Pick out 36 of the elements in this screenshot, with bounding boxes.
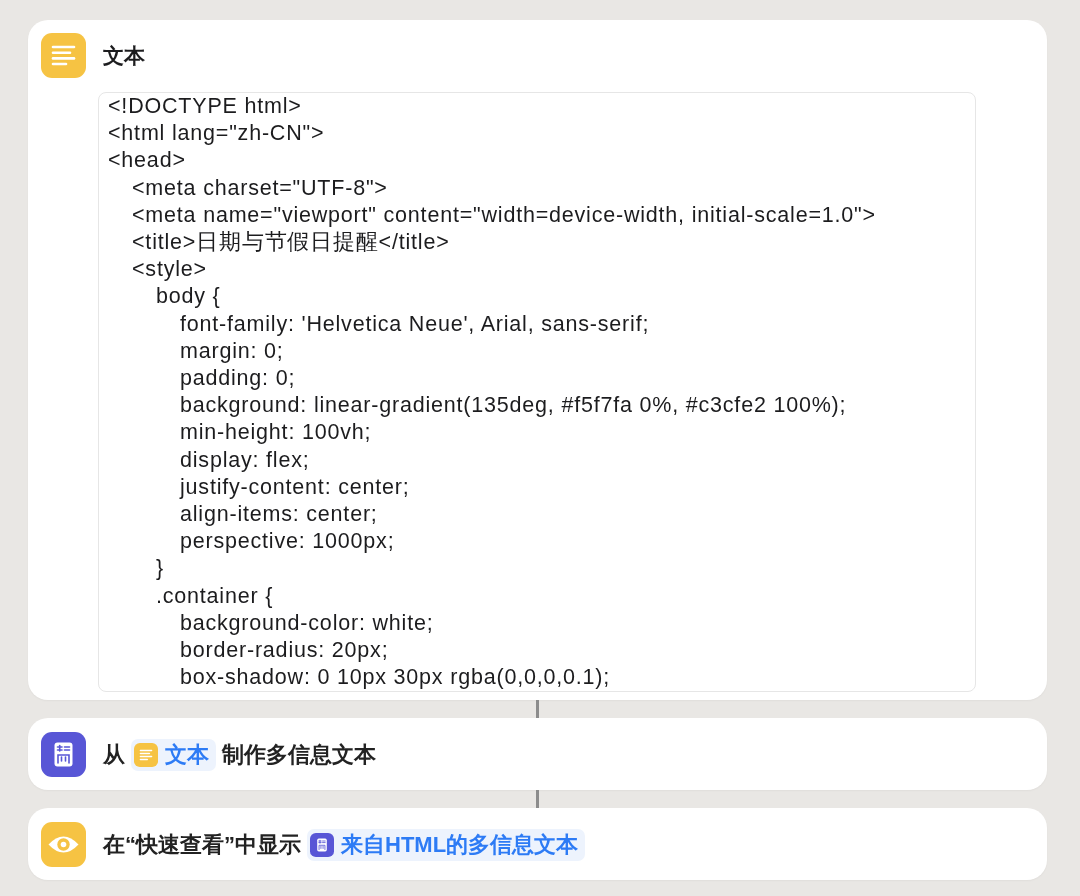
- code-line: min-height: 100vh;: [180, 419, 372, 447]
- text-lines-icon: [134, 742, 158, 767]
- code-line: <meta name="viewport" content="width=device-width, initial-scale=1.0">: [132, 201, 876, 229]
- document-icon: [310, 832, 334, 857]
- code-line: <head>: [108, 147, 186, 175]
- code-line: <title>日期与节假日提醒</title>: [132, 229, 450, 256]
- code-line: display: flex;: [180, 446, 310, 474]
- action-title: 文本: [103, 42, 145, 69]
- code-line: <style>: [132, 256, 207, 284]
- connector-line: [536, 790, 539, 809]
- code-line: justify-content: center;: [180, 473, 410, 501]
- action-label: 在“快速查看”中显示: [103, 830, 301, 859]
- code-line: background: linear-gradient(135deg, #f5f7fa 0%, #c3cfe2 100%);: [180, 392, 847, 420]
- code-line: }: [156, 555, 164, 583]
- document-icon: [41, 732, 86, 778]
- code-line: box-shadow: 0 10px 30px rgba(0,0,0,0.1);: [180, 664, 610, 692]
- variable-token[interactable]: 来自HTML的多信息文本: [307, 828, 586, 861]
- code-line: <html lang="zh-CN">: [108, 120, 325, 148]
- code-line: margin: 0;: [180, 337, 284, 365]
- code-line: perspective: 1000px;: [180, 528, 395, 556]
- eye-icon: [41, 822, 86, 868]
- connector-line: [536, 700, 539, 719]
- text-lines-icon: [41, 33, 86, 78]
- code-line: .container {: [156, 582, 274, 610]
- code-line: background-color: white;: [180, 609, 434, 637]
- action-label: 从: [103, 740, 125, 769]
- code-line: border-radius: 20px;: [180, 637, 389, 665]
- code-line: padding: 0;: [180, 365, 296, 393]
- code-line: font-family: 'Helvetica Neue', Arial, sans-serif;: [180, 310, 650, 338]
- code-line: align-items: center;: [180, 501, 378, 529]
- code-line: <!DOCTYPE html>: [108, 93, 302, 120]
- variable-token[interactable]: 文本: [131, 738, 216, 771]
- action-label: 制作多信息文本: [222, 740, 376, 769]
- code-line: body {: [156, 283, 221, 311]
- text-field[interactable]: [98, 92, 976, 693]
- code-line: <meta charset="UTF-8">: [132, 174, 388, 202]
